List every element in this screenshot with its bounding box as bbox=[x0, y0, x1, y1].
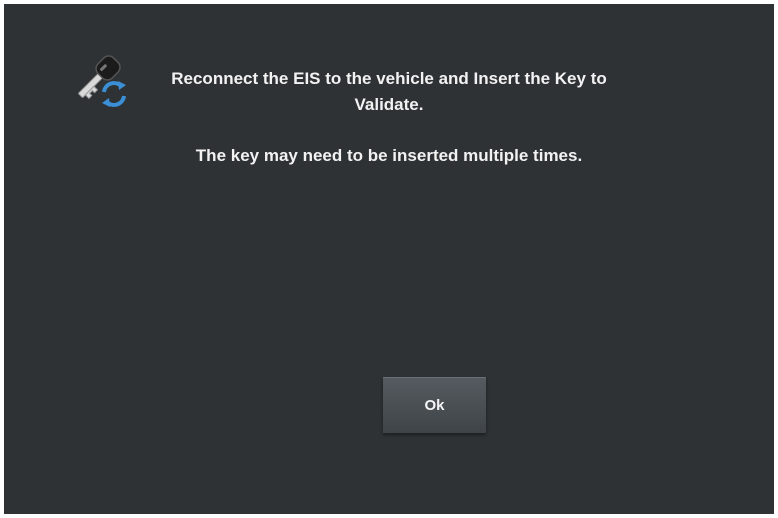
key-refresh-icon bbox=[66, 44, 138, 112]
ok-button[interactable]: Ok bbox=[383, 377, 486, 433]
validate-key-dialog: Reconnect the EIS to the vehicle and Ins… bbox=[4, 4, 774, 514]
message-line-2: The key may need to be inserted multiple… bbox=[195, 146, 583, 165]
dialog-message: Reconnect the EIS to the vehicle and Ins… bbox=[154, 66, 624, 169]
message-line-1: Reconnect the EIS to the vehicle and Ins… bbox=[171, 69, 607, 114]
